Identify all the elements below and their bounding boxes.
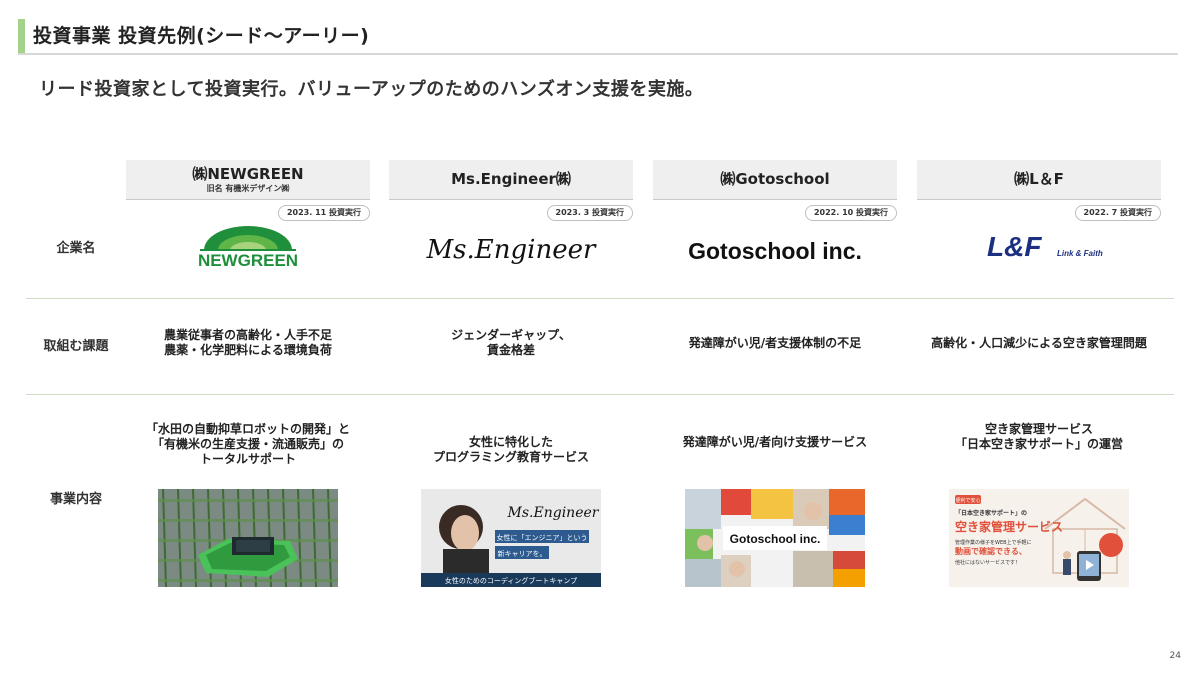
banner-copy3: 他社にはないサービスです！ <box>955 559 1020 566</box>
business-text: 「水田の自動抑草ロボットの開発」と 「有機米の生産支援・流通販売」の トータルサ… <box>145 422 350 466</box>
company-column-newgreen: ㈱NEWGREEN 旧名 有機米デザイン㈱ 2023. 11 投資実行 NEWG… <box>126 0 370 675</box>
newgreen-logo: NEWGREEN <box>126 224 370 276</box>
company-former-name: 旧名 有機米デザイン㈱ <box>206 184 290 193</box>
company-header: ㈱NEWGREEN 旧名 有機米デザイン㈱ <box>126 160 370 200</box>
weeding-robot-photo <box>158 489 338 587</box>
msengineer-logo: Ms.Engineer <box>389 224 633 276</box>
msengineer-banner: Ms.Engineer 女性に「エンジニア」という 新キャリアを。 女性のための… <box>421 489 601 587</box>
title-accent-bar <box>18 19 25 54</box>
page-number: 24 <box>1169 651 1181 661</box>
row-label-business: 事業内容 <box>49 492 102 507</box>
gotoschool-logo: Gotoschool inc. <box>653 224 897 276</box>
company-column-msengineer: Ms.Engineer㈱ 2023. 3 投資実行 Ms.Engineer ジェ… <box>389 0 633 675</box>
gotoschool-logo-text: Gotoschool inc. <box>688 238 862 264</box>
banner-copy2: 動画で確認できる、 <box>955 546 1027 556</box>
banner-tag1: 女性に「エンジニア」という <box>497 533 588 542</box>
banner-brand: 「日本空き家サポート」の <box>955 509 1027 517</box>
banner-tag2: 新キャリアを。 <box>498 549 547 558</box>
company-name: ㈱NEWGREEN <box>192 165 304 183</box>
business-text: 女性に特化した プログラミング教育サービス <box>432 435 589 464</box>
company-name: ㈱Gotoschool <box>720 170 830 188</box>
company-header: ㈱Gotoschool <box>653 160 897 200</box>
gotoschool-collage: Gotoschool inc. <box>685 489 865 587</box>
company-column-gotoschool: ㈱Gotoschool 2022. 10 投資実行 Gotoschool inc… <box>653 0 897 675</box>
investment-date-badge: 2023. 11 投資実行 <box>277 205 370 221</box>
newgreen-logo-text: NEWGREEN <box>198 251 298 270</box>
company-name: Ms.Engineer㈱ <box>451 170 571 188</box>
investment-date-badge: 2022. 10 投資実行 <box>804 205 897 221</box>
lf-logo-sub: Link & Faith <box>1057 249 1103 258</box>
issue-text: 発達障がい児/者支援体制の不足 <box>688 336 862 350</box>
row-label-company: 企業名 <box>56 241 96 256</box>
lf-logo: L&F Link & Faith <box>917 224 1161 276</box>
business-text: 発達障がい児/者向け支援サービス <box>682 435 868 449</box>
issue-text: ジェンダーギャップ、 賃金格差 <box>451 328 571 357</box>
issue-text: 農業従事者の高齢化・人手不足 農薬・化学肥料による環境負荷 <box>163 328 332 357</box>
akiya-support-banner: 便利で安心 「日本空き家サポート」の 空き家管理サービス 管理作業の様子をWEB… <box>949 489 1129 587</box>
company-header: Ms.Engineer㈱ <box>389 160 633 200</box>
company-header: ㈱L＆F <box>917 160 1161 200</box>
banner-headline: 空き家管理サービス <box>955 519 1063 534</box>
investment-date-badge: 2022. 7 投資実行 <box>1074 205 1161 221</box>
issue-text: 高齢化・人口減少による空き家管理問題 <box>931 336 1147 350</box>
business-text: 空き家管理サービス 「日本空き家サポート」の運営 <box>954 422 1123 451</box>
company-name: ㈱L＆F <box>1014 170 1064 188</box>
msengineer-logo-text: Ms.Engineer <box>426 235 597 265</box>
company-column-lf: ㈱L＆F 2022. 7 投資実行 L&F Link & Faith 高齢化・人… <box>917 0 1161 675</box>
row-label-issue: 取組む課題 <box>43 339 109 354</box>
banner-small-tag: 便利で安心 <box>955 497 980 504</box>
collage-label: Gotoschool inc. <box>730 532 821 546</box>
banner-copy1: 管理作業の様子をWEB上で手軽に <box>955 539 1032 546</box>
banner-footer: 女性のためのコーディングブートキャンプ <box>445 576 577 585</box>
lf-logo-text: L&F <box>987 231 1042 262</box>
investment-date-badge: 2023. 3 投資実行 <box>546 205 633 221</box>
banner-brand: Ms.Engineer <box>507 505 600 521</box>
